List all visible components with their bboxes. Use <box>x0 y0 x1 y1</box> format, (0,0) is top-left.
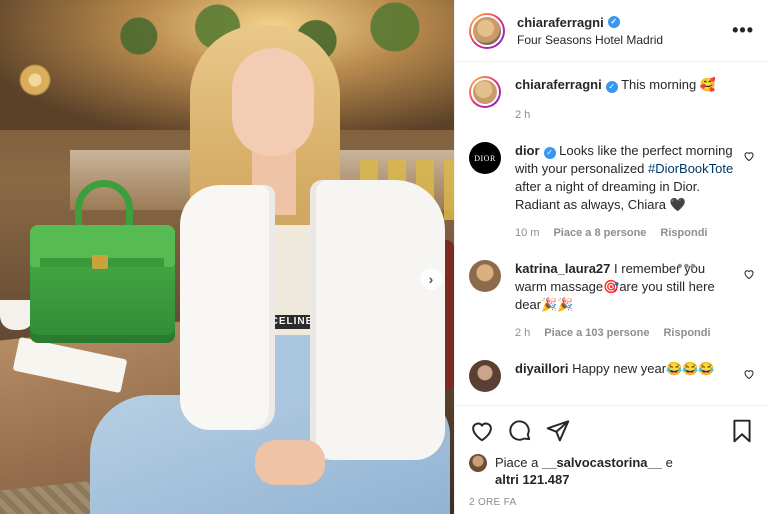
bag-lock <box>92 255 108 269</box>
likes-conjunction: e <box>661 455 673 470</box>
comment-text-continued: after a night of dreaming in Dior. Radia… <box>515 179 700 212</box>
post-actions-area: Piace a __salvocastorina__ e altri 121.4… <box>455 405 768 514</box>
commenter-avatar[interactable] <box>469 260 501 292</box>
likes-prefix: Piace a <box>495 455 542 470</box>
comments-list[interactable]: chiaraferragni ✓ This morning 🥰 2 h DIOR … <box>455 62 768 402</box>
author-avatar[interactable] <box>469 12 505 49</box>
caption-text: This morning 🥰 <box>621 77 717 92</box>
post-side-panel: chiaraferragni ✓ Four Seasons Hotel Madr… <box>454 0 768 514</box>
reply-button[interactable]: Rispondi <box>663 324 710 342</box>
hands <box>255 440 325 485</box>
hashtag-link[interactable]: #DiorBookTote <box>648 161 733 176</box>
comment-time: 2 h <box>515 327 531 339</box>
comment-options-icon[interactable]: ••• <box>677 258 697 276</box>
chandelier <box>0 60 70 100</box>
comment-likes[interactable]: Piace a 103 persone <box>544 324 649 342</box>
author-username-row: chiaraferragni ✓ <box>517 15 732 30</box>
heart-icon[interactable] <box>743 268 755 280</box>
comment-time: 10 m <box>515 227 540 239</box>
face <box>232 48 314 156</box>
paper-plane-icon[interactable] <box>545 418 571 444</box>
heart-icon[interactable] <box>743 368 755 380</box>
cup <box>0 300 34 330</box>
comment-likes[interactable]: Piace a 8 persone <box>553 224 646 242</box>
commenter-username[interactable]: dior <box>515 143 540 158</box>
verified-badge-icon: ✓ <box>607 16 620 28</box>
comment-bubble-icon[interactable] <box>507 418 533 444</box>
comment-item: diyaillori Happy new year😂😂😂 <box>469 360 755 392</box>
chevron-right-icon[interactable]: › <box>420 268 442 290</box>
post-location[interactable]: Four Seasons Hotel Madrid <box>517 33 732 47</box>
post-date: 2 ORE FA <box>469 497 517 508</box>
verified-badge-icon: ✓ <box>605 81 618 93</box>
commenter-avatar[interactable] <box>469 360 501 392</box>
comment-meta: 2 h Piace a 103 persone Rispondi <box>515 324 735 342</box>
caption-avatar[interactable] <box>469 76 501 108</box>
post-header: chiaraferragni ✓ Four Seasons Hotel Madr… <box>455 0 768 62</box>
heart-icon[interactable] <box>743 150 755 162</box>
commenter-avatar[interactable]: DIOR <box>469 142 501 174</box>
jacket-right <box>310 180 445 460</box>
bookmark-icon[interactable] <box>729 418 755 444</box>
commenter-username[interactable]: diyaillori <box>515 361 568 376</box>
verified-badge-icon: ✓ <box>543 147 556 159</box>
comment-item: katrina_laura27 I remember you warm mass… <box>469 258 755 342</box>
liker-username[interactable]: __salvocastorina__ <box>542 455 662 470</box>
heart-icon[interactable] <box>469 418 495 444</box>
post-caption: chiaraferragni ✓ This morning 🥰 2 h <box>469 62 755 124</box>
jacket-left <box>180 185 275 430</box>
instagram-post: CELINE › chiaraferragni ✓ Four Seasons H… <box>0 0 768 514</box>
reply-button[interactable]: Rispondi <box>660 224 707 242</box>
caption-time: 2 h <box>515 109 531 121</box>
comment-meta: 10 m Piace a 8 persone Rispondi <box>515 224 735 242</box>
author-username[interactable]: chiaraferragni <box>517 15 604 30</box>
action-bar <box>469 418 755 444</box>
caption-username[interactable]: chiaraferragni <box>515 77 602 92</box>
likes-count[interactable]: altri 121.487 <box>495 472 569 487</box>
comment-item: DIOR dior ✓ Looks like the perfect mornin… <box>469 142 755 242</box>
more-options-icon[interactable]: ••• <box>732 20 754 41</box>
likes-summary[interactable]: Piace a __salvocastorina__ e altri 121.4… <box>469 454 755 488</box>
commenter-username[interactable]: katrina_laura27 <box>515 261 610 276</box>
liker-avatar <box>469 454 487 472</box>
post-photo[interactable]: CELINE › <box>0 0 454 514</box>
comment-text: Happy new year😂😂😂 <box>568 361 715 376</box>
